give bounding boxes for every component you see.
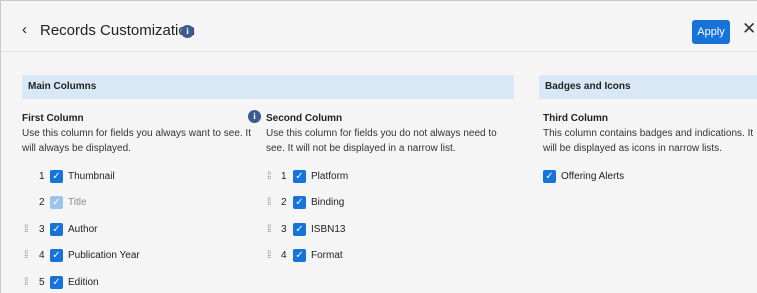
drag-handle-icon[interactable]: ⁞⁞ — [267, 172, 275, 182]
back-chevron-icon[interactable]: ‹ — [22, 22, 27, 37]
drag-handle-icon[interactable]: ⁞⁞ — [267, 225, 275, 235]
item-label: Binding — [311, 197, 345, 208]
item-label: Title — [68, 197, 87, 208]
item-number: 1 — [39, 171, 45, 182]
item-number: 3 — [281, 224, 287, 235]
check-icon: ✓ — [50, 196, 63, 209]
first-column-item[interactable]: ⁞⁞ 4 ✓ Publication Year — [22, 248, 252, 264]
page-title: Records Customization — [40, 22, 196, 39]
drag-handle-icon[interactable]: ⁞⁞ — [267, 251, 275, 261]
second-column-item[interactable]: ⁞⁞ 2 ✓ Binding — [264, 195, 494, 211]
item-label: Platform — [311, 171, 349, 182]
third-column-description: This column contains badges and indicati… — [543, 128, 754, 154]
second-column-item[interactable]: ⁞⁞ 1 ✓ Platform — [264, 169, 494, 185]
third-column-title: Third Column — [543, 113, 608, 124]
second-column-title: Second Column — [266, 113, 343, 124]
item-number: 2 — [39, 197, 45, 208]
drag-handle-icon[interactable]: ⁞⁞ — [267, 198, 275, 208]
records-customization-panel: ‹ Records Customization i Apply ✕ Main C… — [0, 0, 757, 293]
item-number: 5 — [39, 277, 45, 288]
first-column-item[interactable]: ⁞⁞ 3 ✓ Author — [22, 222, 252, 238]
first-column-description: Use this column for fields you always wa… — [22, 128, 251, 154]
check-icon[interactable]: ✓ — [293, 249, 306, 262]
check-icon[interactable]: ✓ — [50, 223, 63, 236]
close-icon[interactable]: ✕ — [742, 19, 756, 39]
second-column-item[interactable]: ⁞⁞ 3 ✓ ISBN13 — [264, 222, 494, 238]
check-icon[interactable]: ✓ — [50, 276, 63, 289]
third-column-item[interactable]: ✓ Offering Alerts — [543, 169, 743, 185]
apply-button[interactable]: Apply — [692, 20, 730, 44]
drag-handle-icon[interactable]: ⁞⁞ — [24, 225, 32, 235]
item-number: 3 — [39, 224, 45, 235]
item-number: 4 — [281, 250, 287, 261]
item-label: Offering Alerts — [561, 171, 625, 182]
first-column-info-icon[interactable]: i — [248, 110, 261, 123]
item-label: Thumbnail — [68, 171, 115, 182]
item-number: 4 — [39, 250, 45, 261]
item-label: Edition — [68, 277, 99, 288]
first-column-item[interactable]: 2 ✓ Title — [22, 195, 252, 211]
check-icon[interactable]: ✓ — [543, 170, 556, 183]
panel-header: ‹ Records Customization i Apply ✕ — [1, 1, 757, 52]
second-column-description: Use this column for fields you do not al… — [266, 128, 497, 154]
check-icon[interactable]: ✓ — [293, 196, 306, 209]
item-number: 2 — [281, 197, 287, 208]
item-label: Publication Year — [68, 250, 140, 261]
drag-handle-icon[interactable]: ⁞⁞ — [24, 278, 32, 288]
item-label: ISBN13 — [311, 224, 346, 235]
item-label: Format — [311, 250, 343, 261]
first-column-item[interactable]: 1 ✓ Thumbnail — [22, 169, 252, 185]
first-column-title: First Column — [22, 113, 84, 124]
drag-handle-icon[interactable]: ⁞⁞ — [24, 251, 32, 261]
section-badges-and-icons: Badges and Icons — [539, 75, 757, 99]
info-icon[interactable]: i — [181, 25, 194, 38]
first-column-item[interactable]: ⁞⁞ 5 ✓ Edition — [22, 275, 252, 291]
check-icon[interactable]: ✓ — [293, 170, 306, 183]
item-label: Author — [68, 224, 98, 235]
check-icon[interactable]: ✓ — [50, 170, 63, 183]
item-number: 1 — [281, 171, 287, 182]
second-column-item[interactable]: ⁞⁞ 4 ✓ Format — [264, 248, 494, 264]
check-icon[interactable]: ✓ — [293, 223, 306, 236]
section-main-columns: Main Columns — [22, 75, 514, 99]
check-icon[interactable]: ✓ — [50, 249, 63, 262]
